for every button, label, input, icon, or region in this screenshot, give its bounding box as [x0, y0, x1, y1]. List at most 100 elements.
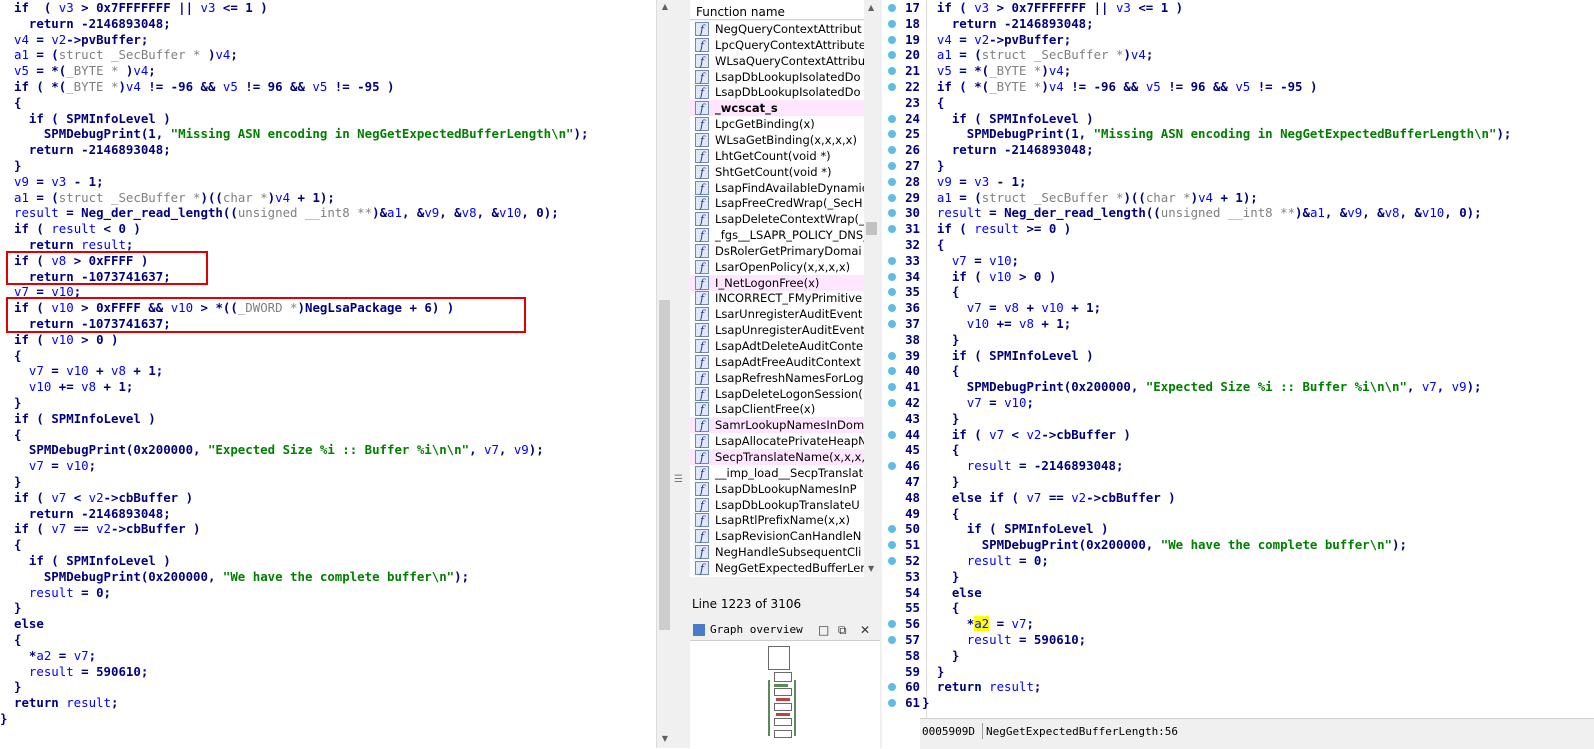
code-token[interactable]: != -95 ) — [327, 79, 395, 94]
code-variable[interactable]: v9 — [14, 174, 29, 189]
code-token[interactable]: { — [922, 363, 959, 378]
code-token[interactable] — [922, 395, 967, 410]
code-token[interactable]: ) — [156, 111, 170, 126]
code-identifier[interactable]: SPMDebugPrint — [982, 537, 1079, 552]
function-list-item[interactable]: f LsapDbLookupIsolatedDo — [690, 69, 864, 85]
code-token[interactable]: = — [44, 458, 66, 473]
splitter-grip-icon[interactable]: ☰ — [674, 474, 683, 485]
code-variable[interactable]: v7 — [989, 427, 1004, 442]
code-token[interactable]: if ( — [922, 221, 974, 236]
code-token[interactable]: != -96 && — [141, 79, 223, 94]
code-token[interactable]: = *( — [952, 63, 989, 78]
breakpoint-dot-icon[interactable] — [888, 114, 896, 123]
function-list-item[interactable]: f ShtGetCount(void *) — [690, 164, 864, 180]
code-type[interactable]: _BYTE * — [989, 79, 1041, 94]
function-list-item[interactable]: f INCORRECT_FMyPrimitive — [690, 290, 864, 306]
code-line[interactable]: if ( SPMInfoLevel ) — [14, 111, 171, 127]
code-line[interactable]: if ( *(_BYTE *)v4 != -96 && v5 != 96 && … — [922, 79, 1318, 95]
code-line[interactable]: *a2 = v7; — [922, 616, 1034, 632]
breakpoint-dot-icon[interactable] — [888, 399, 896, 407]
code-line[interactable]: return result; — [922, 679, 1041, 695]
breakpoint-dot-icon[interactable] — [888, 51, 896, 60]
code-variable[interactable]: v2 — [974, 32, 989, 47]
code-line[interactable]: { — [14, 537, 21, 553]
code-token[interactable]: = — [982, 300, 1004, 315]
string-literal[interactable]: "Missing ASN encoding in NegGetExpectedB… — [1094, 126, 1497, 141]
code-token[interactable]: ; — [1034, 679, 1041, 694]
function-list-item[interactable]: f SecpTranslateName(x,x,x, — [690, 448, 864, 465]
code-line[interactable]: if ( v3 > 0x7FFFFFFF || v3 <= 1 ) — [922, 0, 1183, 16]
code-line[interactable]: result = -2146893048; — [922, 458, 1124, 474]
code-line[interactable]: else — [14, 616, 44, 632]
code-variable[interactable]: v4 — [133, 63, 148, 78]
code-line[interactable]: } — [14, 679, 21, 695]
code-variable[interactable]: v9 — [937, 174, 952, 189]
code-type[interactable]: _BYTE * — [66, 79, 118, 94]
code-line[interactable]: { — [14, 348, 21, 364]
code-token[interactable]: ; — [1146, 47, 1153, 62]
code-token[interactable]: = — [982, 205, 1004, 220]
code-token[interactable]: if ( — [14, 411, 51, 426]
code-line[interactable]: if ( *(_BYTE *)v4 != -96 && v5 != 96 && … — [14, 79, 394, 95]
code-token[interactable]: ; — [1026, 616, 1033, 631]
breakpoint-dot-icon[interactable] — [888, 162, 896, 170]
breakpoint-dot-icon[interactable] — [888, 288, 896, 297]
code-token[interactable]: + — [89, 363, 111, 378]
breakpoint-dot-icon[interactable] — [888, 193, 896, 202]
code-variable[interactable]: v4 — [1198, 190, 1213, 205]
code-line[interactable]: result = 0; — [14, 585, 111, 601]
code-token[interactable]: != 96 && — [1161, 79, 1236, 94]
code-token[interactable]: + 1); — [290, 190, 335, 205]
code-variable[interactable]: v5 — [1235, 79, 1250, 94]
code-token[interactable] — [14, 363, 29, 378]
scroll-thumb[interactable] — [866, 222, 877, 235]
code-token[interactable]: )(( — [201, 190, 223, 205]
breakpoint-dot-icon[interactable] — [888, 557, 896, 565]
code-token[interactable]: { — [922, 442, 959, 457]
code-variable[interactable]: v8 — [1004, 300, 1019, 315]
code-variable[interactable]: a1 — [937, 47, 952, 62]
code-token[interactable]: = — [44, 363, 66, 378]
code-token[interactable]: = — [59, 205, 81, 220]
code-variable[interactable]: v7 — [1026, 490, 1041, 505]
breakpoint-dot-icon[interactable] — [888, 67, 896, 76]
code-token[interactable]: else if ( — [922, 490, 1026, 505]
function-list-item[interactable]: f SamrLookupNamesInDom — [690, 417, 864, 434]
code-line[interactable]: } — [14, 600, 21, 616]
code-token[interactable]: <= 1 ) — [215, 0, 268, 15]
code-line[interactable]: result = 590610; — [922, 632, 1086, 648]
code-token[interactable]: ); — [529, 442, 544, 457]
graph-restore-icon[interactable]: □ — [818, 620, 829, 640]
code-token[interactable]: = — [29, 174, 51, 189]
code-line[interactable]: } — [922, 158, 944, 174]
code-token[interactable]: ; — [230, 47, 237, 62]
code-line[interactable]: SPMDebugPrint(0x200000, "We have the com… — [922, 537, 1407, 553]
code-token[interactable]: ) — [118, 79, 125, 94]
code-line[interactable]: if ( SPMInfoLevel ) — [922, 521, 1109, 537]
code-token[interactable]: (0x200000, — [141, 569, 223, 584]
code-token[interactable] — [922, 63, 937, 78]
code-token[interactable]: , — [1407, 379, 1422, 394]
code-token[interactable]: ; — [1012, 253, 1019, 268]
code-line[interactable]: { — [922, 95, 944, 111]
right-pseudocode-pane[interactable]: 17 if ( v3 > 0x7FFFFFFF || v3 <= 1 ) 18 r… — [882, 0, 1594, 718]
left-pane-scrollbar[interactable]: ▲ ▼ — [656, 0, 673, 748]
code-token[interactable]: (( — [1146, 205, 1161, 220]
code-variable[interactable]: result — [14, 205, 59, 220]
code-line[interactable]: } — [922, 695, 929, 711]
string-literal[interactable]: "Expected Size %i :: Buffer %i\n\n" — [208, 442, 469, 457]
code-token[interactable]: > 0x7FFFFFFF || — [989, 0, 1116, 15]
code-token[interactable] — [922, 205, 937, 220]
code-token[interactable]: )(( — [1123, 190, 1145, 205]
code-token[interactable]: ) — [1123, 47, 1130, 62]
code-variable[interactable]: v3 — [59, 0, 74, 15]
code-token[interactable]: ); — [454, 569, 469, 584]
function-list-item[interactable]: f LsapDbLookupNamesInP — [690, 481, 864, 497]
code-token[interactable]: , & — [1362, 205, 1384, 220]
code-token[interactable]: if ( — [14, 332, 51, 347]
code-token[interactable]: = ( — [29, 47, 58, 62]
code-token[interactable]: = -2146893048; — [1012, 458, 1123, 473]
code-variable[interactable]: v8 — [1385, 205, 1400, 220]
code-line[interactable]: SPMDebugPrint(0x200000, "We have the com… — [14, 569, 469, 585]
function-list[interactable]: f NegQueryContextAttribut f LpcQueryContext… — [690, 21, 864, 577]
